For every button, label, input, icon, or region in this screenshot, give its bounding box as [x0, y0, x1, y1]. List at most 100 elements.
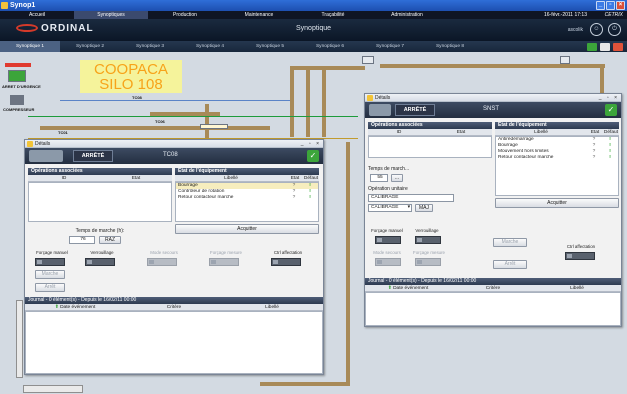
verrouillage-toggle[interactable] — [415, 236, 441, 244]
forcage-manuel-toggle[interactable] — [35, 258, 65, 266]
elevator-head[interactable] — [560, 56, 570, 64]
menu-item-tracabilite[interactable]: Traçabilité — [296, 11, 370, 19]
forcage-manuel-toggle[interactable] — [375, 236, 401, 244]
ops-header: Opérations associées — [368, 122, 492, 129]
compressor-icon[interactable] — [10, 95, 24, 105]
equipment-state: ARRÊTÉ — [73, 150, 113, 162]
ops-list[interactable] — [28, 182, 172, 222]
conveyor-pipe — [290, 66, 365, 70]
sound-icon[interactable] — [600, 43, 610, 51]
journal-col-date[interactable]: ⬆ Date événement — [25, 304, 125, 310]
unit-op-select[interactable]: CALIBRAGE ▾ — [368, 204, 412, 212]
verrouillage-label: Verrouillage — [90, 250, 114, 255]
ctrl-affectation-label: Ctrl affectation — [566, 244, 596, 249]
mode-secours-toggle[interactable] — [147, 258, 177, 266]
unit-op-label: Opération unitaire — [368, 186, 408, 192]
conveyor-block[interactable] — [200, 124, 228, 129]
ctrl-affectation-toggle[interactable] — [271, 258, 301, 266]
elevator-head[interactable] — [362, 56, 374, 64]
tab-synoptique-2[interactable]: Synoptique 2 — [60, 41, 120, 52]
journal-panel: Journal - 0 élément(s) - Depuis le 16/02… — [365, 278, 621, 326]
verrouillage-toggle[interactable] — [85, 258, 115, 266]
journal-list[interactable] — [365, 292, 621, 326]
equipment-header: ARRÊTÉ TC08 ✓ — [25, 148, 323, 164]
marche-button[interactable]: Marche — [493, 238, 527, 247]
arret-button[interactable]: Arrêt — [35, 283, 65, 292]
site-name-1: COOPACA — [94, 61, 168, 78]
tc01-label[interactable]: TC01 — [58, 130, 68, 135]
validate-button[interactable]: ✓ — [307, 150, 319, 162]
raz-button[interactable]: RAZ — [99, 236, 121, 244]
menu-item-administration[interactable]: Administration — [370, 11, 444, 19]
forcage-mesure-toggle[interactable] — [415, 258, 441, 266]
account-label: ascolik — [567, 27, 583, 33]
window-controls[interactable]: _ ▫ × — [301, 140, 321, 148]
user-icon[interactable]: ☺ — [590, 23, 603, 36]
unit-op-field[interactable]: CALIBRAGE — [368, 194, 454, 202]
journal-col-critere[interactable]: Critère — [451, 285, 535, 291]
journal-col-libelle[interactable]: Libellé — [535, 285, 619, 291]
journal-list[interactable] — [25, 311, 323, 374]
conveyor-pipe — [290, 67, 294, 137]
eq-state-list[interactable]: Antirédémarrage ? ! Bourrage ? ! Mouveme… — [495, 136, 619, 196]
window-controls[interactable]: _ ▫ × — [599, 94, 619, 102]
arret-urgence-label: ARRET D'URGENCE — [2, 84, 41, 89]
alarm-icon[interactable] — [613, 43, 623, 51]
marche-button[interactable]: Marche — [35, 270, 65, 279]
tc08-label[interactable]: TC08 — [132, 95, 142, 100]
acquitter-button[interactable]: Acquitter — [495, 198, 619, 208]
ops-list[interactable] — [368, 136, 492, 158]
journal-col-critere[interactable]: Critère — [125, 304, 223, 310]
eq-col-libelle: Libellé — [534, 130, 548, 135]
restore-button[interactable]: ▫ — [606, 1, 615, 10]
arret-button[interactable]: Arrêt — [493, 260, 527, 269]
ctrl-affectation-toggle[interactable] — [565, 252, 595, 260]
maj-button[interactable]: MAJ — [415, 204, 433, 212]
forcage-mesure-label: Forçage mesure — [413, 250, 445, 255]
minimize-button[interactable]: _ — [596, 1, 605, 10]
list-item[interactable]: Retour contacteur marche ? ! — [496, 155, 618, 161]
ok-icon[interactable] — [587, 43, 597, 51]
close-button[interactable]: × — [616, 1, 625, 10]
ops-panel: Opérations associées ID Etat — [368, 122, 492, 162]
runtime-more-button[interactable]: ... — [391, 174, 403, 182]
ops-col-id: ID — [396, 130, 402, 135]
tab-synoptique-1[interactable]: Synoptique 1 — [0, 41, 60, 52]
details-titlebar: Détails _ ▫ × — [365, 94, 621, 102]
equipment-state-panel: Etat de l'équipement Libellé Etat Défaut… — [495, 122, 619, 222]
menu-item-production[interactable]: Production — [148, 11, 222, 19]
menu-item-synoptiques[interactable]: Synoptiques — [74, 11, 148, 19]
horizontal-scrollbar[interactable] — [23, 385, 83, 393]
conveyor-pipe — [40, 126, 270, 130]
forcage-mesure-toggle[interactable] — [209, 258, 239, 266]
flow-line — [28, 116, 358, 117]
logout-icon[interactable]: ⏻ — [608, 23, 621, 36]
app-icon — [1, 2, 8, 9]
tab-synoptique-4[interactable]: Synoptique 4 — [180, 41, 240, 52]
menu-item-maintenance[interactable]: Maintenance — [222, 11, 296, 19]
emergency-stop-icon[interactable] — [8, 70, 26, 82]
tab-synoptique-5[interactable]: Synoptique 5 — [240, 41, 300, 52]
tc06-label[interactable]: TC06 — [155, 119, 165, 124]
mode-secours-toggle[interactable] — [375, 258, 401, 266]
tab-synoptique-8[interactable]: Synoptique 8 — [420, 41, 480, 52]
equipment-name: SNST — [483, 106, 500, 112]
acquitter-button[interactable]: Acquitter — [175, 224, 319, 234]
runtime-label: Temps de march... — [368, 166, 410, 172]
mode-secours-label: Mode secours — [373, 250, 401, 255]
site-title: COOPACA SILO 108 — [80, 60, 182, 93]
details-titlebar: Détails _ ▫ × — [25, 140, 323, 148]
journal-col-libelle[interactable]: Libellé — [223, 304, 321, 310]
list-item[interactable]: Retour contacteur marche ? ! — [176, 195, 318, 201]
tab-synoptique-7[interactable]: Synoptique 7 — [360, 41, 420, 52]
tab-synoptique-6[interactable]: Synoptique 6 — [300, 41, 360, 52]
validate-button[interactable]: ✓ — [605, 104, 617, 116]
vertical-scrollbar[interactable] — [16, 300, 23, 378]
menu-item-accueil[interactable]: Accueil — [0, 11, 74, 19]
tab-synoptique-3[interactable]: Synoptique 3 — [120, 41, 180, 52]
eq-col-defaut: Défaut — [303, 176, 319, 181]
journal-col-date[interactable]: ⬆ Date événement — [365, 285, 451, 291]
journal-header: Journal - 0 élément(s) - Depuis le 16/02… — [25, 297, 323, 304]
site-name-2: SILO 108 — [99, 76, 163, 93]
eq-state-list[interactable]: Bourrage ? ! Contrôleur de rotation ? ! … — [175, 182, 319, 222]
